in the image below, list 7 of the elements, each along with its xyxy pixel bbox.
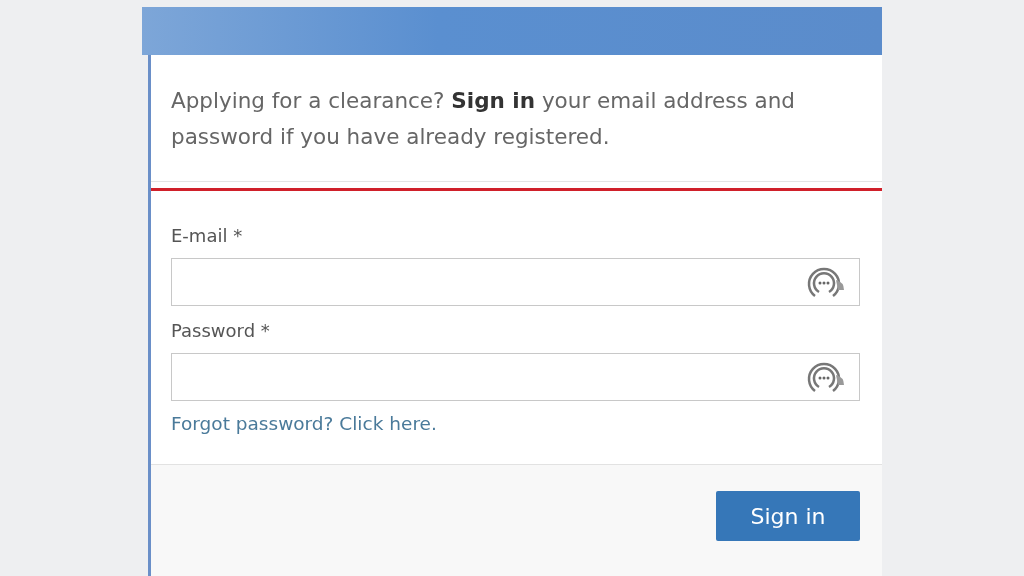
sign-in-button[interactable]: Sign in: [716, 491, 860, 541]
password-field[interactable]: [171, 353, 860, 401]
email-field[interactable]: [171, 258, 860, 306]
field-label: E-mail *: [171, 225, 244, 246]
field-label: Password *: [171, 320, 271, 341]
intro-text: Applying for a clearance? Sign in your email address and password if you have already registered.: [151, 55, 882, 182]
forgot-password-link[interactable]: Forgot password? Click here.: [171, 413, 437, 434]
